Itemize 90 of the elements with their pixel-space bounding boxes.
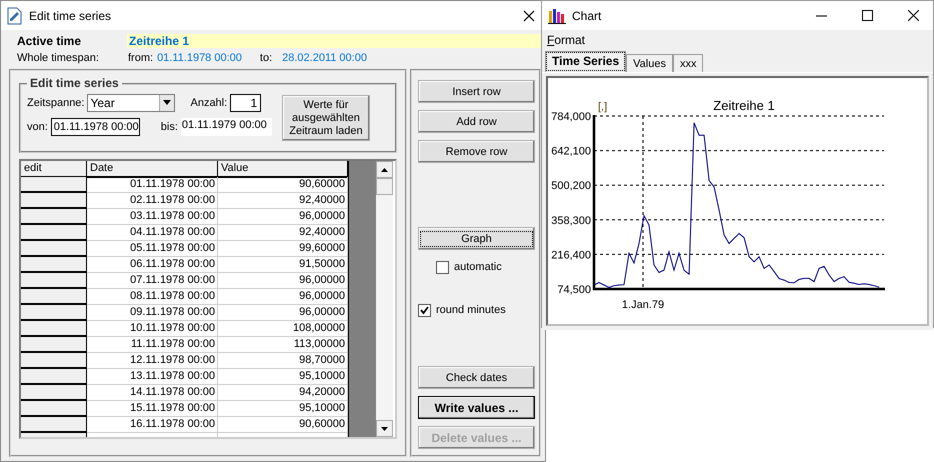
active-time-label: Active time [16, 34, 82, 48]
checkbox[interactable] [436, 260, 449, 274]
axis-tick-label: 74,500 [557, 284, 591, 296]
table-cell: 07.11.1978 00:00 [87, 273, 218, 289]
minimize-icon[interactable] [816, 14, 827, 16]
menu-item[interactable]: Format [547, 33, 586, 47]
table-cell: 01.11.1978 00:00 [87, 177, 218, 193]
table-cell: 16.11.1978 00:00 [87, 417, 218, 433]
to-value: 28.02.2011 00:00 [282, 52, 367, 64]
window-title: Edit time series [29, 8, 112, 22]
table-cell: 03.11.1978 00:00 [87, 209, 218, 225]
table-cell: 15.11.1978 00:00 [87, 401, 218, 417]
axis-tick-label: 500,200 [551, 180, 591, 192]
table-cell: 14.11.1978 00:00 [87, 385, 218, 401]
axis-tick-label: 358,300 [551, 214, 591, 227]
scrollbar-thumb[interactable] [376, 178, 393, 195]
row-header[interactable] [21, 401, 87, 417]
row-header[interactable] [21, 321, 87, 337]
row-header[interactable] [21, 385, 87, 401]
table-cell: 04.11.1978 00:00 [87, 225, 218, 241]
close-icon[interactable] [908, 10, 919, 21]
action-button[interactable]: Graph [418, 227, 535, 250]
checkbox[interactable] [418, 304, 431, 316]
tab[interactable]: Values [626, 54, 673, 72]
table-cell: 05.11.1978 00:00 [87, 241, 218, 257]
column-header: Date [87, 161, 218, 178]
caret-icon [163, 100, 172, 105]
row-header[interactable] [21, 209, 87, 225]
from-value: 01.11.1978 00:00 [157, 52, 242, 64]
axis-tick-label: 216,400 [551, 249, 591, 262]
row-header[interactable] [21, 305, 87, 321]
table-cell: 09.11.1978 00:00 [87, 305, 218, 321]
load-values-button[interactable]: Werte für ausgewählten Zeitraum laden [282, 95, 370, 141]
zeitspanne-dropdown[interactable]: Year [87, 94, 176, 112]
action-button[interactable]: Remove row [418, 140, 535, 163]
active-time-value: Zeitreihe 1 [127, 34, 541, 48]
window-title: Chart [572, 8, 602, 22]
row-header[interactable] [21, 369, 87, 385]
table-cell: 12.11.1978 00:00 [87, 353, 218, 369]
checkbox-label: automatic [454, 261, 502, 273]
axis-tick-label: 784,000 [551, 111, 591, 123]
bis-field[interactable]: 01.11.1979 00:00 [180, 118, 272, 136]
row-header[interactable] [21, 337, 87, 353]
tab[interactable]: Time Series [545, 51, 626, 72]
row-header[interactable] [21, 273, 87, 289]
row-header[interactable] [21, 225, 87, 241]
column-header: edit [21, 161, 87, 178]
chart-title: Zeitreihe 1 [713, 98, 775, 113]
maximize-icon[interactable] [862, 10, 873, 21]
action-button[interactable]: Check dates [418, 366, 535, 389]
scroll-down-button[interactable] [376, 420, 393, 437]
von-label: von: [27, 120, 48, 132]
anzahl-field[interactable]: 1 [230, 94, 262, 112]
close-icon[interactable] [523, 10, 535, 22]
table-cell: 08.11.1978 00:00 [87, 289, 218, 305]
scrollbar[interactable] [376, 161, 393, 437]
zeitspanne-label: Zeitspanne: [27, 96, 84, 108]
bar-chart-icon [548, 8, 566, 24]
table-cell: 11.11.1978 00:00 [87, 337, 218, 353]
row-header[interactable] [21, 241, 87, 257]
anzahl-label: Anzahl: [190, 96, 228, 108]
checkbox-label: round minutes [436, 304, 506, 316]
down-arrow-icon [381, 426, 388, 430]
row-header[interactable] [21, 353, 87, 369]
document-icon [7, 6, 23, 24]
table-cell: 10.11.1978 00:00 [87, 321, 218, 337]
row-header[interactable] [21, 177, 87, 193]
unit-label: [,] [598, 101, 608, 113]
row-header[interactable] [21, 417, 87, 433]
column-header: Value [218, 161, 348, 178]
row-header[interactable] [21, 257, 87, 273]
bis-label: bis: [160, 120, 178, 132]
table-cell: 02.11.1978 00:00 [87, 193, 218, 209]
up-arrow-icon [381, 168, 388, 172]
from-label: from: [128, 52, 154, 64]
tab[interactable]: xxx [672, 54, 704, 72]
action-button[interactable]: Write values ... [418, 396, 535, 419]
annotation-label: 1.Jan.79 [622, 299, 664, 311]
table-cell: 13.11.1978 00:00 [87, 369, 218, 385]
action-button[interactable]: Add row [418, 110, 535, 133]
von-field[interactable]: 01.11.1978 00:00 [50, 118, 140, 136]
axis-tick-label: 642,100 [551, 146, 591, 158]
row-header[interactable] [21, 289, 87, 305]
timespan-label: Whole timespan: [17, 52, 100, 64]
to-label: to: [260, 52, 272, 64]
row-header[interactable] [21, 193, 87, 209]
scroll-up-button[interactable] [376, 161, 393, 178]
group-title: Edit time series [27, 76, 122, 90]
table-cell: 06.11.1978 00:00 [87, 257, 218, 273]
action-button[interactable]: Insert row [418, 80, 535, 103]
